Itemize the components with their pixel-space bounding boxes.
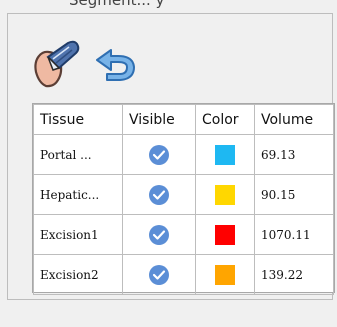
- tissue-name: Portal ...: [33, 134, 123, 175]
- tissue-name: Hepatic...: [33, 174, 123, 215]
- header-tissue[interactable]: Tissue: [33, 104, 123, 135]
- table-header-row: Tissue Visible Color Volume: [33, 104, 334, 135]
- cut-tool-icon: [34, 40, 80, 88]
- visible-check-icon: [149, 144, 169, 165]
- table-row[interactable]: Portal ... 69.13: [33, 134, 334, 175]
- header-volume[interactable]: Volume: [254, 104, 334, 135]
- visible-checkbox[interactable]: [122, 254, 196, 295]
- color-cell[interactable]: [195, 254, 255, 295]
- visible-check-icon: [149, 184, 169, 205]
- volume-value: 90.15: [254, 174, 334, 215]
- visible-check-icon: [149, 224, 169, 245]
- color-cell[interactable]: [195, 134, 255, 175]
- visible-checkbox[interactable]: [122, 134, 196, 175]
- tissue-name: Excision2: [33, 254, 123, 295]
- undo-icon: [96, 49, 135, 81]
- undo-button[interactable]: [94, 48, 138, 82]
- color-cell[interactable]: [195, 174, 255, 215]
- table-row[interactable]: Hepatic... 90.15: [33, 174, 334, 215]
- cut-tool-button[interactable]: [30, 37, 84, 89]
- volume-value: 139.22: [254, 254, 334, 295]
- visible-check-icon: [149, 264, 169, 285]
- color-cell[interactable]: [195, 214, 255, 255]
- color-swatch: [215, 224, 235, 245]
- visible-checkbox[interactable]: [122, 214, 196, 255]
- color-swatch: [215, 264, 235, 285]
- panel-header: Segment... y: [7, 0, 333, 14]
- volume-value: 69.13: [254, 134, 334, 175]
- header-color[interactable]: Color: [195, 104, 255, 135]
- color-swatch: [215, 144, 235, 165]
- volume-value: 1070.11: [254, 214, 334, 255]
- tissue-table: Tissue Visible Color Volume Portal ... 6…: [32, 103, 335, 295]
- header-visible[interactable]: Visible: [122, 104, 196, 135]
- tissue-name: Excision1: [33, 214, 123, 255]
- panel-header-title: Segment... y: [69, 0, 165, 9]
- table-row[interactable]: Excision1 1070.11: [33, 214, 334, 255]
- table-row[interactable]: Excision2 139.22: [33, 254, 334, 295]
- visible-checkbox[interactable]: [122, 174, 196, 215]
- color-swatch: [215, 184, 235, 205]
